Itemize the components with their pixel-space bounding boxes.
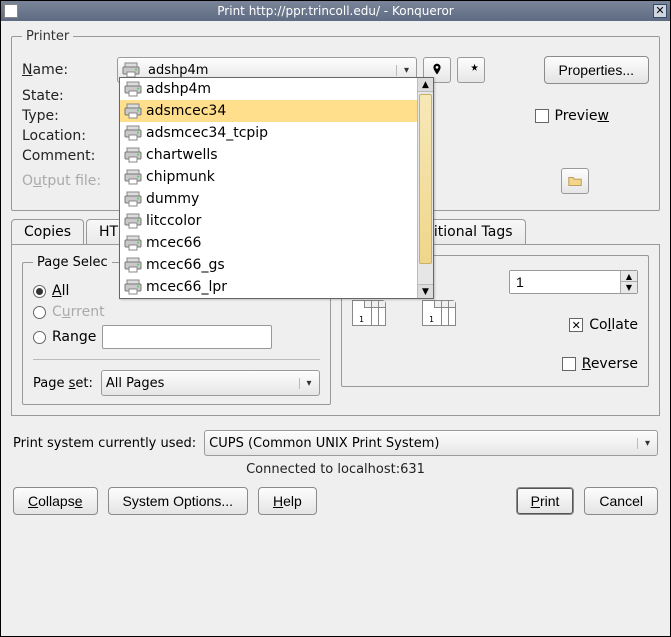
tab-copies[interactable]: Copies bbox=[11, 219, 84, 244]
printer-name-value: adshp4m bbox=[144, 63, 396, 78]
page-set-combo[interactable]: All Pages ▾ bbox=[101, 370, 320, 396]
radio-dot bbox=[33, 285, 46, 298]
printer-icon bbox=[124, 278, 142, 296]
printer-option-label: dummy bbox=[146, 191, 199, 207]
printer-option[interactable]: mcec66_gs bbox=[120, 254, 417, 276]
window-title: Print http://ppr.trincoll.edu/ - Konquer… bbox=[217, 4, 453, 18]
type-label: Type: bbox=[22, 108, 117, 124]
cancel-button[interactable]: Cancel bbox=[584, 487, 658, 515]
print-button[interactable]: Print bbox=[516, 487, 575, 515]
printer-icon bbox=[124, 80, 142, 98]
location-label: Location: bbox=[22, 128, 117, 144]
name-label: Name: bbox=[22, 62, 117, 78]
folder-open-icon bbox=[567, 173, 583, 189]
page-selection-legend: Page Selec bbox=[33, 255, 112, 270]
system-options-button[interactable]: System Options... bbox=[108, 487, 248, 515]
chevron-down-icon[interactable]: ▾ bbox=[637, 438, 657, 449]
chevron-down-icon[interactable]: ▾ bbox=[396, 65, 416, 76]
spin-down-icon[interactable]: ▼ bbox=[621, 282, 637, 293]
printer-option-label: mcec66_lpr bbox=[146, 279, 227, 295]
state-label: State: bbox=[22, 88, 117, 104]
range-input[interactable] bbox=[102, 325, 272, 349]
printer-option-label: litccolor bbox=[146, 213, 201, 229]
scroll-down-icon[interactable]: ▼ bbox=[418, 284, 433, 298]
wizard-button[interactable] bbox=[457, 57, 485, 83]
checkbox-box bbox=[535, 109, 549, 123]
page-set-label: Page set: bbox=[33, 376, 93, 391]
collate-illustration: 3 2 1 bbox=[422, 300, 482, 350]
pin-icon bbox=[429, 62, 445, 78]
printer-dropdown-list[interactable]: adshp4m adsmcec34 adsmcec34_tcpip chartwell… bbox=[119, 77, 434, 299]
app-icon bbox=[4, 4, 18, 18]
spin-up-icon[interactable]: ▲ bbox=[621, 271, 637, 282]
titlebar[interactable]: Print http://ppr.trincoll.edu/ - Konquer… bbox=[1, 1, 670, 21]
printer-option[interactable]: adshp4m bbox=[120, 78, 417, 100]
connection-status: Connected to localhost:631 bbox=[11, 462, 660, 477]
printer-option[interactable]: adsmcec34 bbox=[120, 100, 417, 122]
print-system-label: Print system currently used: bbox=[13, 436, 196, 451]
scrollbar[interactable]: ▲ ▼ bbox=[417, 78, 433, 298]
printer-option[interactable]: mcec66 bbox=[120, 232, 417, 254]
printer-icon bbox=[124, 190, 142, 208]
printer-option-label: adsmcec34 bbox=[146, 103, 226, 119]
printer-icon bbox=[124, 102, 142, 120]
radio-current: Current bbox=[33, 304, 320, 320]
printer-option-label: chipmunk bbox=[146, 169, 215, 185]
printer-icon bbox=[124, 146, 142, 164]
collate-illustration: 3 2 1 bbox=[352, 300, 412, 350]
collate-checkbox[interactable]: ✕ Collate bbox=[569, 317, 638, 333]
printer-option[interactable]: litccolor bbox=[120, 210, 417, 232]
printer-option[interactable]: mcec66_lpr bbox=[120, 276, 417, 298]
printer-option[interactable]: chipmunk bbox=[120, 166, 417, 188]
printer-option[interactable]: adsmcec34_tcpip bbox=[120, 122, 417, 144]
print-system-combo[interactable]: CUPS (Common UNIX Print System) ▾ bbox=[204, 430, 658, 456]
printer-network-icon bbox=[124, 124, 142, 142]
radio-range[interactable]: Range bbox=[33, 325, 320, 349]
preview-checkbox[interactable]: Preview bbox=[535, 108, 610, 124]
printer-option[interactable]: dummy bbox=[120, 188, 417, 210]
printer-icon bbox=[124, 256, 142, 274]
printer-option-label: adsmcec34_tcpip bbox=[146, 125, 268, 141]
scroll-thumb[interactable] bbox=[419, 94, 432, 264]
output-file-label: Output file: bbox=[22, 173, 117, 189]
properties-button[interactable]: Properties... bbox=[544, 56, 649, 84]
printer-option-label: mcec66_gs bbox=[146, 257, 225, 273]
collapse-button[interactable]: Collapse bbox=[13, 487, 98, 515]
help-button[interactable]: Help bbox=[258, 487, 317, 515]
printer-option[interactable]: chartwells bbox=[120, 144, 417, 166]
printer-option-label: mcec66 bbox=[146, 235, 201, 251]
comment-label: Comment: bbox=[22, 148, 117, 164]
print-dialog-window: Print http://ppr.trincoll.edu/ - Konquer… bbox=[0, 0, 671, 637]
printer-icon bbox=[124, 168, 142, 186]
printer-option-label: chartwells bbox=[146, 147, 218, 163]
copies-input[interactable] bbox=[510, 271, 620, 293]
tab-html[interactable]: HT bbox=[86, 219, 121, 244]
browse-output-button[interactable] bbox=[561, 168, 589, 194]
copies-spinner[interactable]: ▲ ▼ bbox=[509, 270, 638, 294]
printer-icon bbox=[124, 212, 142, 230]
scroll-up-icon[interactable]: ▲ bbox=[418, 78, 433, 92]
chevron-down-icon[interactable]: ▾ bbox=[299, 378, 319, 389]
close-icon[interactable]: ✕ bbox=[653, 4, 667, 18]
reverse-checkbox[interactable]: Reverse bbox=[562, 356, 638, 372]
printer-legend: Printer bbox=[22, 29, 73, 44]
printer-option-label: adshp4m bbox=[146, 81, 211, 97]
wand-icon bbox=[463, 62, 479, 78]
printer-icon bbox=[124, 234, 142, 252]
